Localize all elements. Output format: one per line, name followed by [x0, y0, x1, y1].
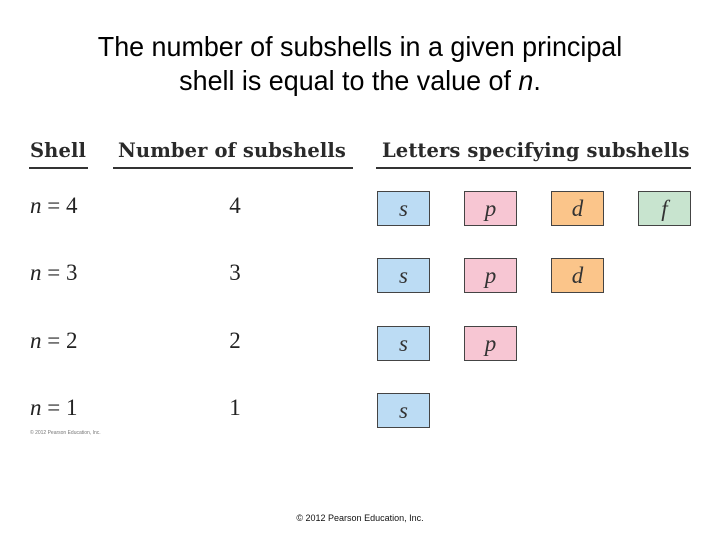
copyright-footer: © 2012 Pearson Education, Inc. — [296, 513, 424, 523]
subshell-box-d: d — [551, 191, 604, 226]
subshell-box-f: f — [638, 191, 691, 226]
shell-label: n = 2 — [30, 328, 77, 354]
shell-variable-n: n — [30, 193, 42, 218]
title-line-2-text: shell is equal to the value of — [179, 65, 519, 96]
slide-title: The number of subshells in a given princ… — [14, 30, 705, 98]
title-variable-n: n — [518, 65, 534, 96]
header-letters-specifying-subshells: Letters specifying subshells — [382, 139, 690, 162]
subshell-box-p: p — [464, 191, 517, 226]
header-number-of-subshells: Number of subshells — [118, 139, 346, 162]
shell-label: n = 4 — [30, 193, 77, 219]
shell-variable-n: n — [30, 395, 42, 420]
header-rule-shell — [29, 167, 88, 169]
subshell-count: 4 — [229, 193, 241, 218]
shell-label: n = 1 — [30, 395, 77, 421]
subshell-count: 3 — [229, 260, 241, 285]
title-line-1: The number of subshells in a given princ… — [97, 31, 623, 62]
subshell-count: 1 — [229, 395, 241, 420]
shell-value: = 4 — [41, 193, 78, 218]
subshell-box-p: p — [464, 258, 517, 293]
header-shell: Shell — [30, 139, 86, 162]
subshell-count: 2 — [229, 328, 241, 353]
header-rule-letters — [376, 167, 691, 169]
shell-value: = 3 — [41, 260, 78, 285]
header-rule-count — [113, 167, 353, 169]
shell-label: n = 3 — [30, 260, 77, 286]
shell-value: = 1 — [41, 395, 78, 420]
subshell-box-s: s — [377, 326, 430, 361]
shell-variable-n: n — [30, 328, 42, 353]
subshell-box-s: s — [377, 393, 430, 428]
subshell-box-d: d — [551, 258, 604, 293]
subshell-box-s: s — [377, 191, 430, 226]
subshell-box-p: p — [464, 326, 517, 361]
title-line-2: shell is equal to the value of n. — [14, 64, 705, 98]
copyright-small: © 2012 Pearson Education, Inc. — [30, 430, 101, 436]
shell-variable-n: n — [30, 260, 42, 285]
shell-value: = 2 — [41, 328, 78, 353]
subshell-box-s: s — [377, 258, 430, 293]
title-line-2-suffix: . — [533, 65, 541, 96]
